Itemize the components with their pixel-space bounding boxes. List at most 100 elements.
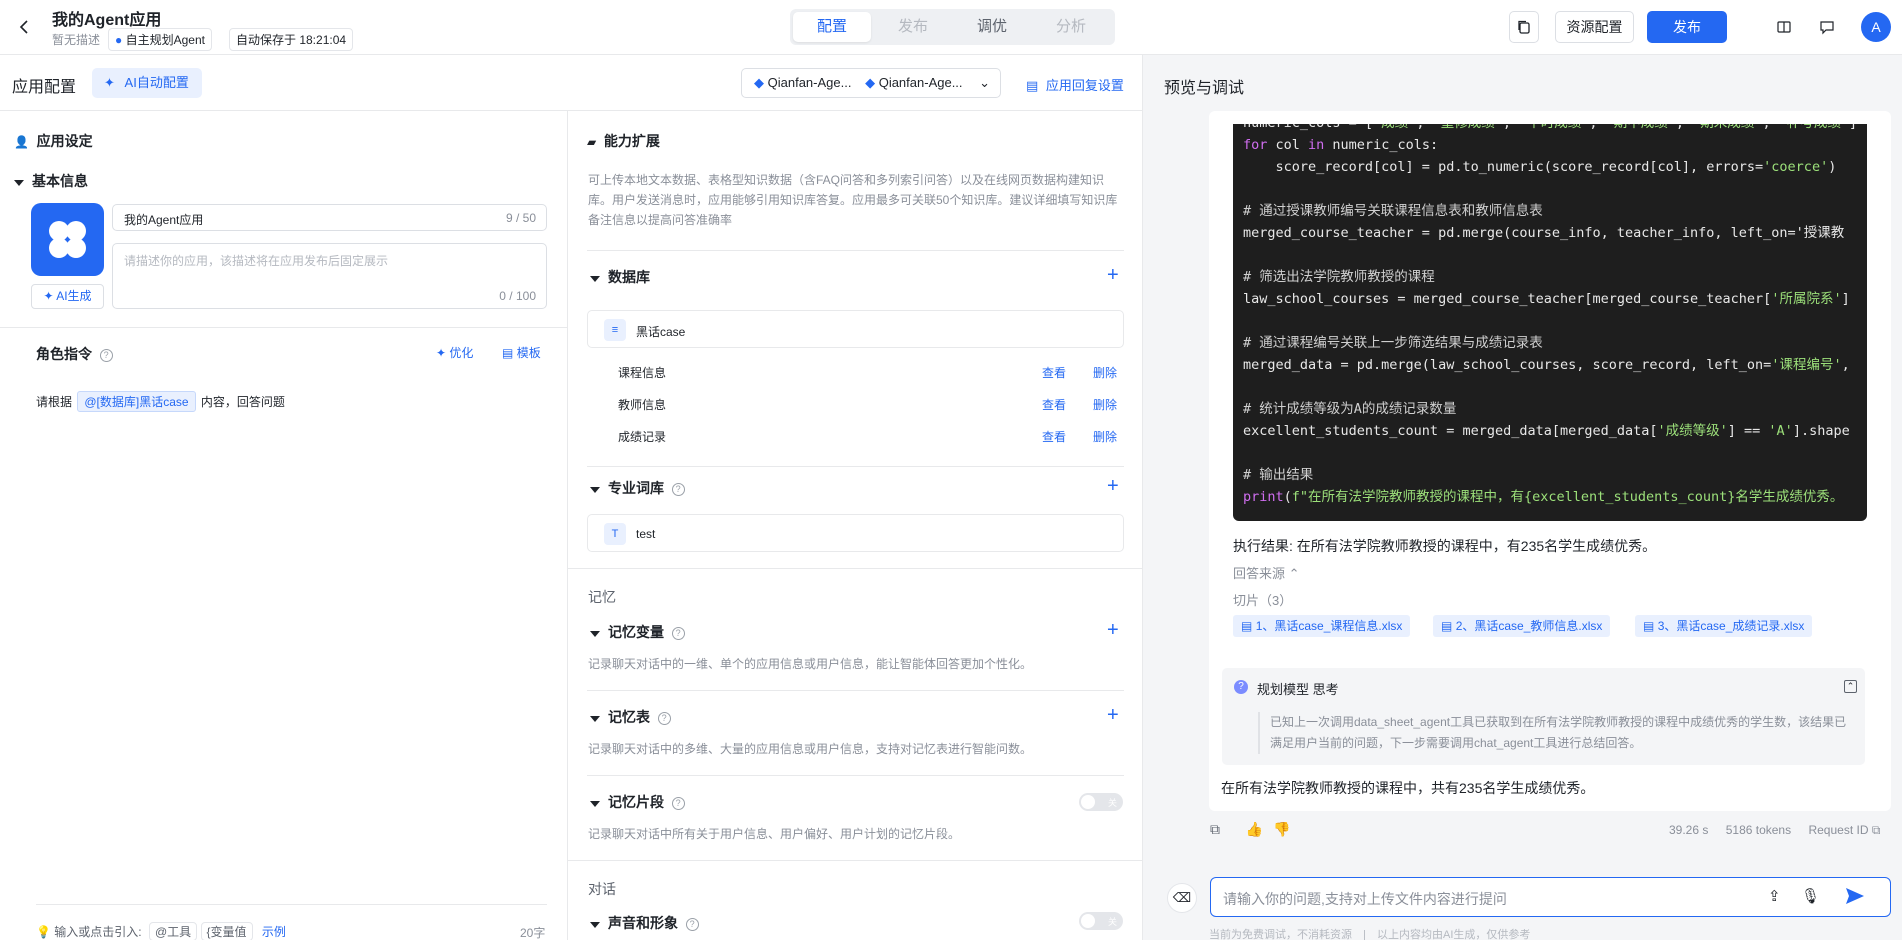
divider	[587, 775, 1124, 776]
copy-button[interactable]	[1509, 11, 1539, 43]
response-meta: 39.26 s 5186 tokens Request ID ⧉	[1669, 823, 1880, 838]
database-reference-tag[interactable]: @[数据库]黑话case	[77, 391, 196, 412]
tab-analysis[interactable]: 分析	[1032, 12, 1110, 42]
microphone-icon[interactable]: 🎙	[1801, 887, 1820, 905]
request-id[interactable]: Request ID	[1808, 823, 1868, 837]
divider	[567, 568, 1142, 569]
ai-auto-label: AI自动配置	[124, 75, 189, 90]
delete-link[interactable]: 删除	[1093, 396, 1117, 413]
dialog-label: 对话	[588, 881, 616, 897]
toggle-label: 关	[1107, 917, 1117, 927]
terms-card[interactable]: T test	[587, 514, 1124, 552]
tab-publish[interactable]: 发布	[874, 12, 952, 42]
thumbs-up-icon[interactable]: 👍	[1246, 821, 1263, 837]
template-button[interactable]: ▤ 模板	[502, 344, 541, 361]
template-icon: ▤	[502, 346, 514, 360]
help-icon[interactable]: ?	[685, 918, 699, 932]
answer-source-toggle[interactable]: 回答来源 ⌃	[1233, 563, 1300, 582]
code-line: score_record[col] = pd.to_numeric(score_…	[1243, 159, 1837, 175]
reply-settings-button[interactable]: ▤ 应用回复设置	[1026, 75, 1124, 94]
add-database-icon[interactable]: +	[1107, 265, 1119, 285]
collapse-icon[interactable]: ⌃	[1844, 680, 1857, 693]
top-bar: 我的Agent应用 暂无描述 ● 自主规划Agent 自动保存于 18:21:0…	[0, 0, 1902, 55]
optimize-button[interactable]: ✦ 优化	[436, 344, 473, 361]
insert-variable-button[interactable]: {变量值	[200, 922, 253, 940]
model-selector[interactable]: ◆ Qianfan-Age... ◆ Qianfan-Age... ⌄	[741, 68, 1001, 98]
disclaimer-free: 当前为免费调试，不消耗资源	[1209, 929, 1352, 940]
upload-icon[interactable]: ⇪	[1768, 887, 1781, 905]
delete-link[interactable]: 删除	[1093, 428, 1117, 445]
database-card[interactable]: ≡ 黑话case	[587, 310, 1124, 348]
capability-description: 可上传本地文本数据、表格型知识数据（含FAQ问答和多列索引问答）以及在线网页数据…	[588, 173, 1118, 227]
database-header[interactable]: 数据库	[590, 267, 650, 287]
memory-variable-header[interactable]: 记忆变量 ?	[590, 622, 685, 642]
file-icon: ▤	[1441, 619, 1453, 633]
view-link[interactable]: 查看	[1042, 364, 1066, 381]
chat-input[interactable]: 请输入你的问题,支持对上传文件内容进行提问 ⇪ 🎙	[1210, 877, 1891, 917]
help-icon[interactable]: ?	[657, 712, 671, 726]
book-icon[interactable]	[1776, 19, 1792, 38]
code-line: # 筛选出法学院教师教授的课程	[1243, 269, 1435, 285]
mode-tabs: 配置 发布 调优 分析	[790, 9, 1115, 45]
tab-tune[interactable]: 调优	[953, 12, 1031, 42]
view-link[interactable]: 查看	[1042, 428, 1066, 445]
code-line: law_school_courses = merged_course_teach…	[1243, 291, 1850, 307]
help-icon[interactable]: ?	[671, 483, 685, 497]
database-name: 黑话case	[636, 325, 686, 339]
clear-chat-icon[interactable]: ⌫	[1167, 883, 1197, 913]
avatar[interactable]: A	[1861, 12, 1891, 42]
copy-icon[interactable]: ⧉	[1872, 823, 1881, 837]
help-icon[interactable]: ?	[99, 349, 113, 363]
insert-tool-button[interactable]: @工具	[148, 922, 198, 940]
voice-toggle[interactable]: 关	[1079, 912, 1123, 930]
terms-header[interactable]: 专业词库 ?	[590, 478, 685, 498]
description-placeholder: 请描述你的应用，该描述将在应用发布后固定展示	[124, 254, 389, 268]
tab-config[interactable]: 配置	[793, 12, 871, 42]
view-link[interactable]: 查看	[1042, 396, 1066, 413]
code-line: numeric_cols = ['成绩', '重修成绩', '平时成绩', '期…	[1243, 124, 1857, 134]
table-row: 课程信息 查看 删除	[587, 362, 1124, 384]
example-link[interactable]: 示例	[262, 925, 286, 939]
app-logo[interactable]	[31, 203, 104, 276]
app-title[interactable]: 我的Agent应用	[52, 6, 161, 30]
app-settings-header: 👤 应用设定	[14, 131, 93, 151]
delete-link[interactable]: 删除	[1093, 364, 1117, 381]
robot-icon: ●	[115, 33, 123, 47]
help-icon[interactable]: ?	[671, 797, 685, 811]
ai-auto-config-button[interactable]: ✦ AI自动配置	[92, 68, 202, 98]
basic-info-header[interactable]: 基本信息	[14, 171, 88, 191]
copy-icon[interactable]: ⧉	[1210, 821, 1220, 837]
ai-generate-button[interactable]: ✦ AI生成	[31, 284, 104, 309]
app-name-field[interactable]: 我的Agent应用 9 / 50	[112, 204, 547, 231]
publish-button[interactable]: 发布	[1647, 11, 1727, 43]
voice-header[interactable]: 声音和形象 ?	[590, 913, 699, 933]
table-name: 教师信息	[618, 398, 667, 412]
help-icon[interactable]: ?	[671, 627, 685, 641]
memory-fragment-header[interactable]: 记忆片段 ?	[590, 792, 685, 812]
back-icon[interactable]	[18, 17, 30, 37]
thumbs-down-icon[interactable]: 👎	[1273, 821, 1290, 837]
role-instruction-editor[interactable]: 请根据 @[数据库]黑话case 内容，回答问题	[36, 391, 546, 412]
slice-chip[interactable]: ▤ 1、黑话case_课程信息.xlsx	[1233, 615, 1411, 637]
terms-icon: T	[604, 523, 626, 545]
memory-table-title: 记忆表	[608, 709, 650, 725]
code-line: merged_course_teacher = pd.merge(course_…	[1243, 225, 1845, 241]
database-icon: ≡	[604, 319, 626, 341]
slice-chip[interactable]: ▤ 2、黑话case_教师信息.xlsx	[1433, 615, 1611, 637]
code-line: # 输出结果	[1243, 467, 1314, 483]
instruction-footer: 💡 输入或点击引入: @工具 {变量值 示例	[36, 922, 286, 940]
resource-config-button[interactable]: 资源配置	[1555, 11, 1634, 43]
memory-table-header[interactable]: 记忆表 ?	[590, 707, 671, 727]
slice-chip[interactable]: ▤ 3、黑话case_成绩记录.xlsx	[1635, 615, 1813, 637]
response-time: 39.26 s	[1669, 823, 1709, 837]
feedback-icon[interactable]	[1819, 19, 1835, 38]
add-memory-table-icon[interactable]: +	[1107, 705, 1119, 725]
app-description-field[interactable]: 请描述你的应用，该描述将在应用发布后固定展示 0 / 100	[112, 243, 547, 309]
send-icon[interactable]	[1844, 885, 1866, 910]
memory-fragment-toggle[interactable]: 关	[1079, 793, 1123, 811]
add-terms-icon[interactable]: +	[1107, 476, 1119, 496]
add-memory-variable-icon[interactable]: +	[1107, 620, 1119, 640]
model-icon: ◆	[865, 75, 876, 90]
